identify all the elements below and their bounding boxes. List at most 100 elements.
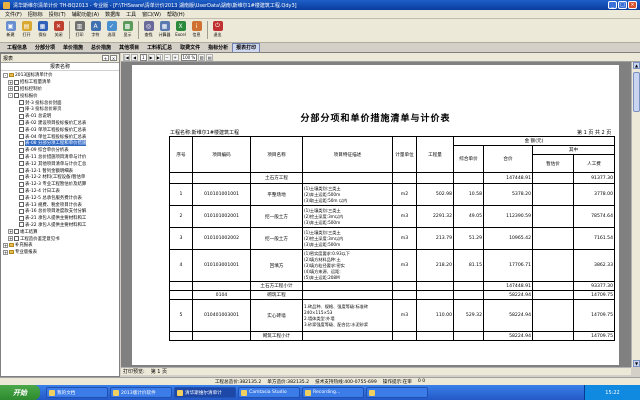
maximize-button[interactable]: □ <box>618 1 627 9</box>
page-number-input[interactable]: 1 <box>140 53 147 61</box>
menu-item-1[interactable]: 招标标 <box>25 11 46 18</box>
tree-item[interactable]: 表-22 承包人提供主要材料和工 <box>3 222 119 229</box>
tab-2[interactable]: 单价措施 <box>59 43 87 52</box>
tree-item[interactable]: 表-21 承包人提供主要材料和工 <box>3 215 119 222</box>
report-preview-area[interactable]: 分部分项和单价措施清单与计价表 工程名称:斯维尔1#楼建筑工程 第 1 页 共 … <box>121 62 631 367</box>
tree-item[interactable]: 表-04 单位工程投标报价汇总表 <box>3 133 119 140</box>
print-icon[interactable]: ▥ <box>198 53 206 61</box>
toolbar-button-1[interactable]: ▤ 打开 <box>19 20 34 40</box>
zoom-out-button[interactable]: − <box>163 53 171 61</box>
collapse-icon[interactable]: - <box>8 93 13 99</box>
menu-item-4[interactable]: 数据库 <box>102 11 123 18</box>
expand-icon[interactable]: + <box>8 79 13 85</box>
tree-checkbox[interactable] <box>14 93 19 99</box>
tree-checkbox[interactable] <box>14 229 19 235</box>
tree-checkbox[interactable] <box>19 147 24 153</box>
start-button[interactable]: 开始 <box>0 385 40 400</box>
tree-checkbox[interactable] <box>14 236 19 242</box>
tree-item[interactable]: 表-16 总价项目进度款支付分解 <box>3 208 119 215</box>
toolbar-button-3[interactable]: ✕ 关闭 <box>51 20 66 40</box>
prev-page-button[interactable]: ◀ <box>131 53 138 61</box>
tree-checkbox[interactable] <box>19 215 24 221</box>
tree-checkbox[interactable] <box>19 222 24 228</box>
menu-item-3[interactable]: 辅助功能(A) <box>69 11 102 18</box>
tree-item[interactable]: 表-12-4 计日工表 <box>3 188 119 195</box>
tree-checkbox[interactable] <box>19 154 24 160</box>
tree-checkbox[interactable] <box>19 120 24 126</box>
menu-item-7[interactable]: 帮助(H) <box>164 11 188 18</box>
toolbar-button-8[interactable]: ◎ 查找 <box>141 20 156 40</box>
toolbar-button-2[interactable]: ▦ 保存 <box>35 20 50 40</box>
tree-item[interactable]: + 招标控制价 <box>3 86 119 93</box>
tree-checkbox[interactable] <box>19 168 24 174</box>
zoom-select[interactable]: 100 % <box>180 53 198 61</box>
zoom-in-button[interactable]: + <box>171 53 179 61</box>
tree-checkbox[interactable] <box>19 134 24 140</box>
tab-6[interactable]: 取费文件 <box>176 43 204 52</box>
toolbar-button-11[interactable]: i 信息 <box>189 20 204 40</box>
tree-item[interactable]: 表-02 建设项目投标报价汇总表 <box>3 120 119 127</box>
toolbar-button-0[interactable]: ▣ 新建 <box>3 20 18 40</box>
tab-7[interactable]: 指标分析 <box>204 43 232 52</box>
toolbar-button-6[interactable]: ✓ 选项 <box>104 20 119 40</box>
toolbar-button-12[interactable]: ⏻ 退出 <box>210 20 225 40</box>
taskbar-item[interactable]: Recording... <box>302 387 364 398</box>
scroll-thumb[interactable] <box>633 72 640 112</box>
tree-checkbox[interactable] <box>19 140 24 146</box>
expand-icon[interactable]: + <box>8 86 13 92</box>
tree-item[interactable]: + 补充报表 <box>3 242 119 249</box>
tree-item[interactable]: + 工程造价鉴定意见书 <box>3 235 119 242</box>
tab-5[interactable]: 工料机汇总 <box>143 43 176 52</box>
tab-3[interactable]: 总价措施 <box>87 43 115 52</box>
toolbar-button-9[interactable]: ▦ 计算器 <box>157 20 172 40</box>
taskbar-item[interactable]: Camtasia Studio <box>238 387 300 398</box>
tree-item[interactable]: 表-13 规费、税金项目计价表 <box>3 201 119 208</box>
toolbar-button-5[interactable]: A 字符 <box>88 20 103 40</box>
panel-close-button[interactable]: × <box>110 55 117 61</box>
minimize-button[interactable]: _ <box>608 1 617 9</box>
tree-item[interactable]: 表-12-3 专业工程暂估价及结算 <box>3 181 119 188</box>
tree-item[interactable]: 表-03 单项工程投标报价汇总表 <box>3 126 119 133</box>
next-page-button[interactable]: ▶ <box>147 53 155 61</box>
scroll-up-icon[interactable]: ▲ <box>633 62 640 69</box>
collapse-icon[interactable]: - <box>3 72 8 78</box>
expand-icon[interactable]: + <box>3 242 8 248</box>
tree-checkbox[interactable] <box>14 79 19 85</box>
menu-item-2[interactable]: 投标(T) <box>46 11 69 18</box>
tree-checkbox[interactable] <box>19 181 24 187</box>
taskbar-item[interactable] <box>366 387 428 398</box>
tree-checkbox[interactable] <box>19 174 24 180</box>
expand-icon[interactable]: + <box>8 236 13 242</box>
taskbar-item[interactable]: 我的文档 <box>46 387 108 398</box>
panel-add-button[interactable]: + <box>102 55 109 61</box>
menu-item-5[interactable]: 工具 <box>123 11 139 18</box>
tree-item[interactable]: 表-12-1 暂列金额明细表 <box>3 167 119 174</box>
tree-item[interactable]: + 招标工程量清单 <box>3 79 119 86</box>
tree-item[interactable]: 封-3 投标总价封面 <box>3 99 119 106</box>
tree-checkbox[interactable] <box>19 188 24 194</box>
tree-checkbox[interactable] <box>14 86 19 92</box>
tree-item[interactable]: 表-01 总说明 <box>3 113 119 120</box>
tree-item[interactable]: 表-09 综合单价分析表 <box>3 147 119 154</box>
tree-item[interactable]: + 专业版报表 <box>3 249 119 256</box>
expand-icon[interactable]: + <box>3 249 8 255</box>
tree-item[interactable]: + 竣工结算 <box>3 228 119 235</box>
tab-8[interactable]: 报表打印 <box>232 43 261 52</box>
tree-item[interactable]: - 投标报价 <box>3 92 119 99</box>
tab-0[interactable]: 工程信息 <box>3 43 31 52</box>
tab-1[interactable]: 分部分项 <box>31 43 59 52</box>
tree-checkbox[interactable] <box>19 202 24 208</box>
tree-checkbox[interactable] <box>19 106 24 112</box>
tree-item[interactable]: 表-12-2 材料(工程设备)暂估单 <box>3 174 119 181</box>
taskbar-item[interactable]: 2013版计价软件 <box>110 387 172 398</box>
tree-item[interactable]: 表-12 其他项目清单与计价汇总 <box>3 160 119 167</box>
export-icon[interactable]: ▤ <box>206 53 214 61</box>
tree-checkbox[interactable] <box>19 100 24 106</box>
tree-item[interactable]: 表-12-5 总承包服务费计价表 <box>3 194 119 201</box>
tree-checkbox[interactable] <box>19 113 24 119</box>
tree-checkbox[interactable] <box>19 127 24 133</box>
menu-item-6[interactable]: 窗口(W) <box>139 11 164 18</box>
first-page-button[interactable]: |◀ <box>123 53 130 61</box>
scroll-down-icon[interactable]: ▼ <box>633 360 640 367</box>
toolbar-button-4[interactable]: ▥ 打印 <box>72 20 87 40</box>
